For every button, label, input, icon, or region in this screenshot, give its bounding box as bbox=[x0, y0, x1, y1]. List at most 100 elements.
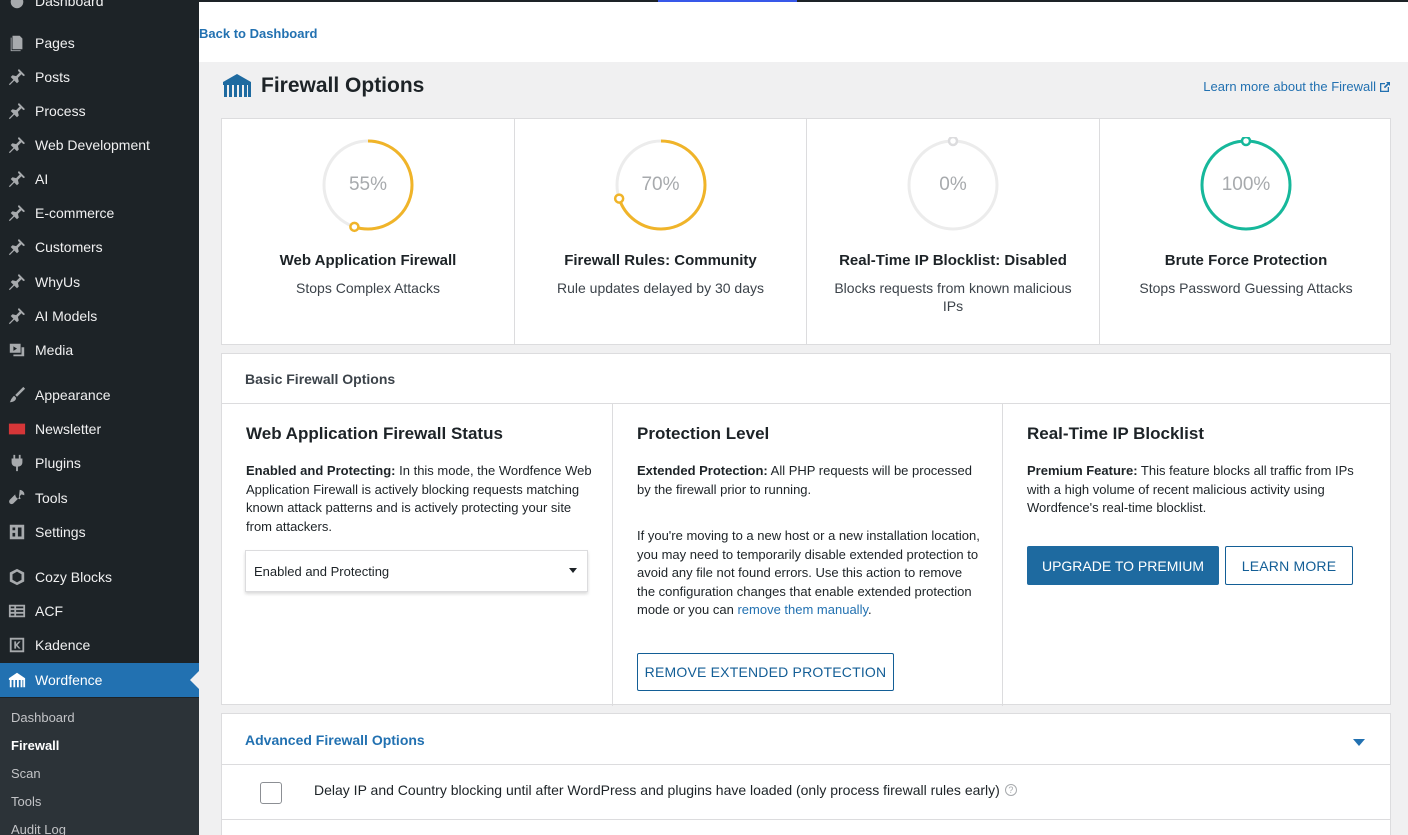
waf-status-description: Enabled and Protecting: In this mode, th… bbox=[246, 463, 592, 534]
sidebar-item-ai[interactable]: AI bbox=[0, 162, 199, 196]
chevron-down-icon[interactable] bbox=[1353, 739, 1365, 746]
pin-icon bbox=[6, 67, 28, 87]
stat-title: Firewall Rules: Community bbox=[564, 252, 757, 269]
waf-status-heading: Web Application Firewall Status bbox=[246, 424, 503, 443]
back-to-dashboard-link[interactable]: Back to Dashboard bbox=[199, 26, 317, 41]
progress-marker bbox=[349, 221, 360, 233]
sidebar-item-label: Kadence bbox=[35, 637, 91, 653]
sidebar-item-label: Posts bbox=[35, 69, 71, 85]
delay-blocking-checkbox[interactable] bbox=[260, 782, 282, 804]
sidebar-item-label: Plugins bbox=[35, 455, 81, 471]
progress-marker bbox=[1240, 137, 1252, 147]
ip-blocklist-column: Real-Time IP Blocklist Premium Feature: … bbox=[1003, 404, 1392, 706]
sidebar-item-dashboard[interactable]: Dashboard bbox=[0, 0, 199, 18]
sidebar-item-media[interactable]: Media bbox=[0, 333, 199, 367]
submenu-dashboard[interactable]: Dashboard bbox=[11, 710, 75, 725]
sidebar-item-label: E-commerce bbox=[35, 205, 115, 221]
sidebar-item-label: Appearance bbox=[35, 387, 111, 403]
sidebar-item-customers[interactable]: Customers bbox=[0, 230, 199, 264]
ip-blocklist-heading: Real-Time IP Blocklist bbox=[1027, 424, 1204, 443]
sidebar-item-settings[interactable]: Settings bbox=[0, 515, 199, 549]
stat-percent: 70% bbox=[641, 174, 680, 195]
sidebar-item-wordfence[interactable]: Wordfence bbox=[0, 663, 199, 697]
stat-description: Blocks requests from known malicious IPs bbox=[834, 280, 1072, 314]
sidebar-item-acf[interactable]: ACF bbox=[0, 594, 199, 628]
envelope-icon bbox=[6, 419, 28, 439]
settings-icon bbox=[6, 522, 28, 542]
wordfence-icon bbox=[6, 670, 28, 690]
sidebar-item-label: AI Models bbox=[35, 308, 98, 324]
sidebar-item-label: Customers bbox=[35, 239, 103, 255]
pin-icon bbox=[6, 203, 28, 223]
submenu-firewall[interactable]: Firewall bbox=[11, 738, 59, 753]
submenu-tools[interactable]: Tools bbox=[11, 794, 41, 809]
sidebar-item-label: Process bbox=[35, 103, 86, 119]
sidebar-item-cozy-blocks[interactable]: Cozy Blocks bbox=[0, 560, 199, 594]
learn-more-button[interactable]: LEARN MORE bbox=[1225, 546, 1353, 585]
cozy-blocks-icon bbox=[6, 567, 28, 587]
submenu-scan[interactable]: Scan bbox=[11, 766, 41, 781]
option-row: Delay IP and Country blocking until afte… bbox=[222, 764, 1390, 820]
protection-level-column: Protection Level Extended Protection: Al… bbox=[613, 404, 1003, 706]
remove-manually-link[interactable]: remove them manually bbox=[737, 602, 868, 617]
sidebar-item-process[interactable]: Process bbox=[0, 94, 199, 128]
pin-icon bbox=[6, 135, 28, 155]
sidebar-item-tools[interactable]: Tools bbox=[0, 481, 199, 515]
sidebar-item-e-commerce[interactable]: E-commerce bbox=[0, 196, 199, 230]
sidebar-item-newsletter[interactable]: Newsletter bbox=[0, 412, 199, 446]
sidebar-item-ai-models[interactable]: AI Models bbox=[0, 299, 199, 333]
pin-icon bbox=[6, 101, 28, 121]
pin-icon bbox=[6, 272, 28, 292]
protection-level-heading: Protection Level bbox=[637, 424, 770, 443]
sidebar-item-label: Cozy Blocks bbox=[35, 569, 113, 585]
stat-description: Rule updates delayed by 30 days bbox=[556, 280, 765, 296]
kadence-icon bbox=[6, 635, 28, 655]
pin-icon bbox=[6, 306, 28, 326]
wordfence-submenu: Dashboard Firewall Scan Tools Audit Log bbox=[0, 698, 199, 835]
sidebar-item-posts[interactable]: Posts bbox=[0, 60, 199, 94]
sidebar-item-appearance[interactable]: Appearance bbox=[0, 378, 199, 412]
pin-icon bbox=[6, 169, 28, 189]
tab-indicator bbox=[658, 0, 797, 2]
sidebar-item-whyus[interactable]: WhyUs bbox=[0, 265, 199, 299]
brush-icon bbox=[6, 385, 28, 405]
submenu-audit-log[interactable]: Audit Log bbox=[11, 822, 66, 835]
sidebar-item-label: WhyUs bbox=[35, 274, 81, 290]
waf-status-select[interactable]: Enabled and Protecting bbox=[245, 550, 588, 592]
wordfence-logo-icon bbox=[223, 74, 251, 97]
sidebar-item-kadence[interactable]: Kadence bbox=[0, 628, 199, 662]
section-title: Basic Firewall Options bbox=[245, 371, 396, 387]
learn-more-firewall-link[interactable]: Learn more about the Firewall bbox=[1203, 79, 1391, 94]
basic-firewall-options: Basic Firewall Options Web Application F… bbox=[221, 353, 1392, 706]
stat-percent: 0% bbox=[939, 174, 967, 195]
wrench-icon bbox=[6, 488, 28, 508]
sidebar-item-pages[interactable]: Pages bbox=[0, 26, 199, 60]
advanced-firewall-options: Advanced Firewall Options Delay IP and C… bbox=[221, 713, 1391, 835]
stat-real-time-ip-blocklist-disabled: 0% Real-Time IP Blocklist: Disabled Blocks… bbox=[807, 119, 1100, 344]
advanced-options-toggle[interactable]: Advanced Firewall Options bbox=[245, 732, 425, 748]
media-icon bbox=[6, 340, 28, 360]
dashboard-icon bbox=[6, 0, 28, 11]
sidebar-item-label: AI bbox=[35, 171, 49, 187]
stat-percent: 100% bbox=[1221, 174, 1271, 195]
top-bar: Back to Dashboard bbox=[199, 0, 1408, 62]
page-title: Firewall Options bbox=[261, 74, 425, 97]
help-icon[interactable]: ? bbox=[1004, 784, 1017, 796]
protection-level-note: If you're moving to a new host or a new … bbox=[637, 528, 980, 617]
sidebar-item-label: ACF bbox=[35, 603, 63, 619]
sidebar-item-label: Pages bbox=[35, 35, 75, 51]
stat-title: Brute Force Protection bbox=[1164, 252, 1328, 269]
sidebar-item-label: Newsletter bbox=[35, 421, 102, 437]
upgrade-to-premium-button[interactable]: UPGRADE TO PREMIUM bbox=[1027, 546, 1219, 585]
stat-title: Web Application Firewall bbox=[279, 252, 457, 269]
sidebar-item-web-development[interactable]: Web Development bbox=[0, 128, 199, 162]
remove-extended-protection-button[interactable]: REMOVE EXTENDED PROTECTION bbox=[637, 653, 894, 691]
sidebar-item-plugins[interactable]: Plugins bbox=[0, 446, 199, 480]
delay-blocking-label: Delay IP and Country blocking until afte… bbox=[314, 782, 1000, 798]
current-arrow-indicator bbox=[190, 671, 199, 689]
stat-description: Stops Complex Attacks bbox=[296, 280, 440, 296]
sidebar-item-label: Media bbox=[35, 342, 74, 358]
pages-icon bbox=[6, 33, 28, 53]
pin-icon bbox=[6, 237, 28, 257]
chevron-down-icon bbox=[569, 568, 577, 573]
